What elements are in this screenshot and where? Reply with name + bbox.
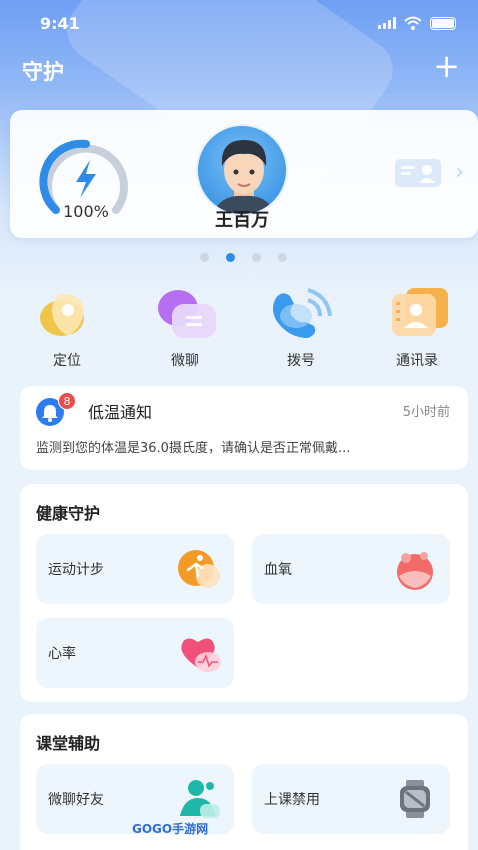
- notification-badge: 8: [58, 392, 76, 410]
- battery-icon: [430, 16, 456, 30]
- class-mode-label: 上课禁用: [264, 792, 320, 808]
- location-label: 定位: [53, 353, 81, 369]
- page-title: 守护: [22, 60, 64, 84]
- quick-actions: 定位 微聊 拨号 通讯录: [0, 286, 478, 369]
- heart-rate-tile[interactable]: 心率: [36, 618, 234, 688]
- add-button[interactable]: +: [433, 50, 460, 82]
- location-button[interactable]: 定位: [22, 286, 112, 370]
- dial-button[interactable]: 拨号: [256, 286, 346, 370]
- class-mode-tile[interactable]: 上课禁用: [252, 764, 450, 834]
- chat-friends-label: 微聊好友: [48, 792, 104, 808]
- profile-card[interactable]: 100% 王百万 ›: [10, 110, 478, 238]
- battery-percent: 100%: [63, 202, 109, 221]
- carousel-dot[interactable]: [200, 253, 209, 262]
- carousel-dot-active[interactable]: [226, 253, 235, 262]
- friends-icon: [180, 780, 220, 818]
- avatar[interactable]: [196, 124, 288, 216]
- heart-icon: [181, 638, 221, 672]
- blood-oxygen-tile[interactable]: 血氧: [252, 534, 450, 604]
- dial-label: 拨号: [287, 353, 315, 369]
- carousel-dots[interactable]: [200, 253, 287, 262]
- chat-icon: [158, 290, 216, 338]
- carousel-dot[interactable]: [278, 253, 287, 262]
- notification-card[interactable]: 8 低温通知 5小时前 监测到您的体温是36.0摄氏度，请确认是否正常佩戴...: [20, 386, 468, 470]
- chat-label: 微聊: [171, 353, 199, 369]
- step-count-tile[interactable]: 运动计步: [36, 534, 234, 604]
- status-icons: [378, 16, 456, 30]
- watch-disabled-icon: [400, 780, 430, 818]
- contacts-label: 通讯录: [396, 353, 438, 369]
- wifi-icon: [404, 16, 422, 30]
- id-card-icon[interactable]: [394, 158, 442, 188]
- user-name: 王百万: [215, 210, 269, 231]
- contacts-icon: [392, 288, 448, 336]
- chat-button[interactable]: 微聊: [140, 286, 230, 370]
- running-icon: [178, 550, 220, 588]
- carousel-dot[interactable]: [252, 253, 261, 262]
- contacts-button[interactable]: 通讯录: [372, 286, 462, 370]
- status-time: 9:41: [40, 14, 80, 33]
- location-icon: [40, 294, 84, 336]
- watermark: GOGO手游网: [132, 822, 209, 836]
- notification-body: 监测到您的体温是36.0摄氏度，请确认是否正常佩戴...: [36, 441, 351, 456]
- step-count-label: 运动计步: [48, 562, 104, 578]
- lightning-icon: [76, 160, 96, 198]
- chevron-right-icon[interactable]: ›: [455, 160, 464, 185]
- classroom-section: 课堂辅助 微聊好友 上课禁用: [20, 714, 468, 850]
- notification-time: 5小时前: [402, 405, 450, 420]
- notification-title: 低温通知: [88, 403, 153, 422]
- phone-icon: [273, 288, 332, 338]
- signal-icon: [378, 17, 396, 29]
- blood-oxygen-icon: [397, 552, 433, 590]
- heart-rate-label: 心率: [48, 646, 76, 662]
- blood-oxygen-label: 血氧: [264, 562, 292, 578]
- status-bar: 9:41: [0, 12, 478, 36]
- health-section: 健康守护 运动计步 血氧 心率: [20, 484, 468, 702]
- classroom-section-title: 课堂辅助: [36, 734, 101, 753]
- health-section-title: 健康守护: [36, 504, 101, 523]
